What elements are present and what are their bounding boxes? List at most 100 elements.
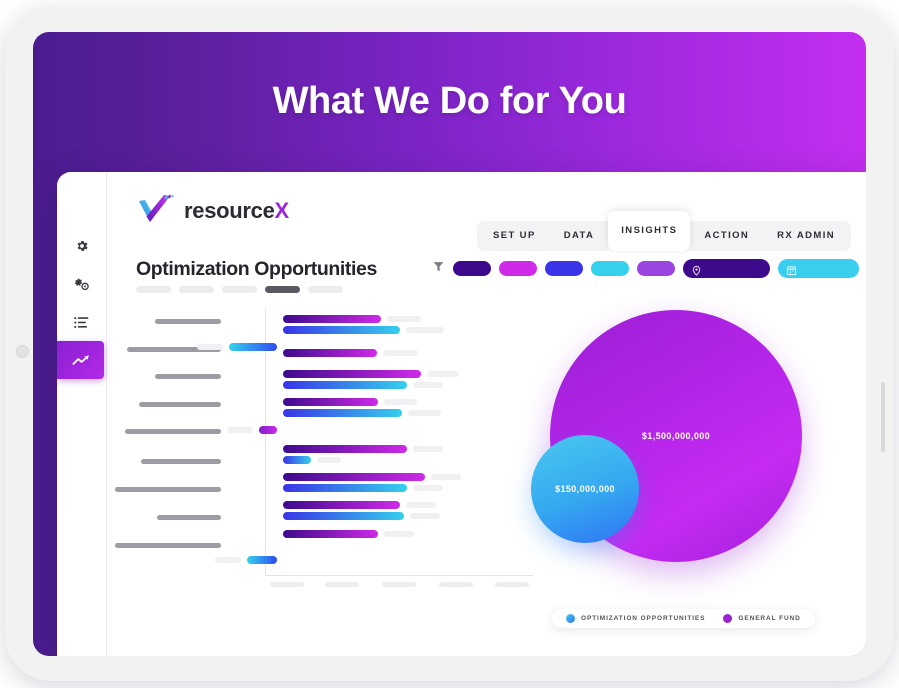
app-window: resourceX SET UP DATA INSIGHTS ACTION RX… <box>57 172 866 656</box>
check-swoosh-logo-icon <box>137 194 177 228</box>
tab-insights[interactable]: INSIGHTS <box>608 211 691 251</box>
bar-blue-short <box>283 456 311 464</box>
bar-category-label <box>115 543 221 548</box>
tablet-screen: What We Do for You resourceX SET UP DATA… <box>33 32 866 656</box>
bar-ghost <box>413 485 443 491</box>
tab-set-up[interactable]: SET UP <box>479 221 550 251</box>
trend-chart-icon <box>71 354 90 367</box>
bar-category-label <box>157 515 221 520</box>
funding-bubble-chart: $1,500,000,000 $150,000,000 OPTIMIZATION… <box>522 292 866 628</box>
bar-category-label <box>155 374 221 379</box>
bar-purple <box>283 530 378 538</box>
sidebar-item-list[interactable] <box>57 303 106 341</box>
double-gears-icon <box>74 276 90 292</box>
filter-chip-3[interactable] <box>545 261 583 276</box>
tablet-frame: What We Do for You resourceX SET UP DATA… <box>5 7 894 681</box>
legend-dot-general-fund <box>723 614 733 623</box>
bar-ghost <box>317 457 341 463</box>
bar-ghost <box>227 427 253 433</box>
sub-filter-4-active[interactable] <box>265 286 300 293</box>
bar-ghost <box>431 474 461 480</box>
location-filter-chip[interactable] <box>683 259 770 278</box>
bar-ghost <box>427 371 459 377</box>
x-tick-label <box>325 582 359 587</box>
legend-dot-optimization <box>566 614 575 623</box>
sidebar-item-configuration[interactable] <box>57 265 106 303</box>
bar-category-label <box>139 402 221 407</box>
bar-ghost <box>413 382 443 388</box>
sidebar-item-settings[interactable] <box>57 227 106 265</box>
app-content: resourceX SET UP DATA INSIGHTS ACTION RX… <box>107 172 866 656</box>
logo-wordmark: resourceX <box>184 198 289 224</box>
bar-blue <box>283 326 400 334</box>
filter-chip-5[interactable] <box>637 261 675 276</box>
bar-ghost <box>384 399 417 405</box>
tab-rx-admin[interactable]: RX ADMIN <box>763 221 849 251</box>
sub-filter-1[interactable] <box>136 286 171 293</box>
bar-purple <box>283 398 378 406</box>
bar-ghost <box>406 327 444 333</box>
list-icon <box>74 316 89 329</box>
legend-item-general-fund[interactable]: GENERAL FUND <box>723 614 800 623</box>
bubble-chart-legend: OPTIMIZATION OPPORTUNITIES GENERAL FUND <box>552 609 815 628</box>
bar-blue <box>283 409 402 417</box>
bar-blue-negative <box>247 556 277 564</box>
logo-name: resource <box>184 198 275 223</box>
app-sidebar <box>57 172 107 656</box>
filter-toolbar <box>432 259 866 278</box>
gear-icon <box>75 239 89 253</box>
bar-category-label <box>125 429 221 434</box>
bar-category-label <box>155 319 221 324</box>
sub-filter-2[interactable] <box>179 286 214 293</box>
bar-ghost <box>387 316 421 322</box>
bar-purple <box>283 473 425 481</box>
filter-chip-1[interactable] <box>453 261 491 276</box>
bubble-label-general-fund: $1,500,000,000 <box>641 431 711 441</box>
bar-purple <box>283 315 381 323</box>
opportunities-bar-chart <box>107 302 533 622</box>
charts-area: $1,500,000,000 $150,000,000 OPTIMIZATION… <box>107 302 866 632</box>
x-tick-label <box>270 582 304 587</box>
bubble-optimization-opportunities[interactable]: $150,000,000 <box>531 435 639 543</box>
bar-purple <box>283 445 407 453</box>
bar-blue <box>283 512 404 520</box>
bar-ghost <box>406 502 436 508</box>
sub-filter-5[interactable] <box>308 286 343 293</box>
app-header: resourceX SET UP DATA INSIGHTS ACTION RX… <box>107 172 866 254</box>
bubble-label-optimization: $150,000,000 <box>555 484 615 494</box>
bar-purple <box>283 370 421 378</box>
location-pin-icon <box>691 263 702 276</box>
tab-action[interactable]: ACTION <box>690 221 763 251</box>
bar-ghost <box>410 513 440 519</box>
sub-filter-row <box>136 286 343 293</box>
bar-blue-negative <box>229 343 277 351</box>
logo-accent-letter: X <box>274 198 290 223</box>
legend-item-optimization[interactable]: OPTIMIZATION OPPORTUNITIES <box>566 614 705 623</box>
filter-funnel-icon[interactable] <box>432 260 445 278</box>
filter-chip-2[interactable] <box>499 261 537 276</box>
bar-ghost <box>384 531 414 537</box>
tab-data[interactable]: DATA <box>550 221 609 251</box>
tablet-side-button[interactable] <box>881 382 885 452</box>
sidebar-item-insights[interactable] <box>57 341 104 379</box>
bar-category-label <box>141 459 221 464</box>
bar-ghost <box>408 410 441 416</box>
filter-chip-4[interactable] <box>591 261 629 276</box>
calendar-grid-icon <box>786 263 797 276</box>
bar-blue <box>283 484 407 492</box>
sub-filter-3[interactable] <box>222 286 257 293</box>
tablet-camera-icon <box>16 345 29 358</box>
legend-label-general-fund: GENERAL FUND <box>738 615 801 622</box>
calendar-filter-chip[interactable] <box>778 259 859 278</box>
bar-ghost <box>215 557 241 563</box>
bar-purple <box>283 501 400 509</box>
chart-x-axis <box>265 575 533 576</box>
bar-ghost <box>383 350 418 356</box>
page-title: Optimization Opportunities <box>136 258 377 280</box>
page-headline: What We Do for You <box>272 80 627 122</box>
x-tick-label <box>382 582 416 587</box>
legend-label-optimization: OPTIMIZATION OPPORTUNITIES <box>581 615 706 622</box>
bar-purple <box>283 349 377 357</box>
app-logo: resourceX <box>137 194 289 228</box>
bar-ghost <box>197 344 223 350</box>
